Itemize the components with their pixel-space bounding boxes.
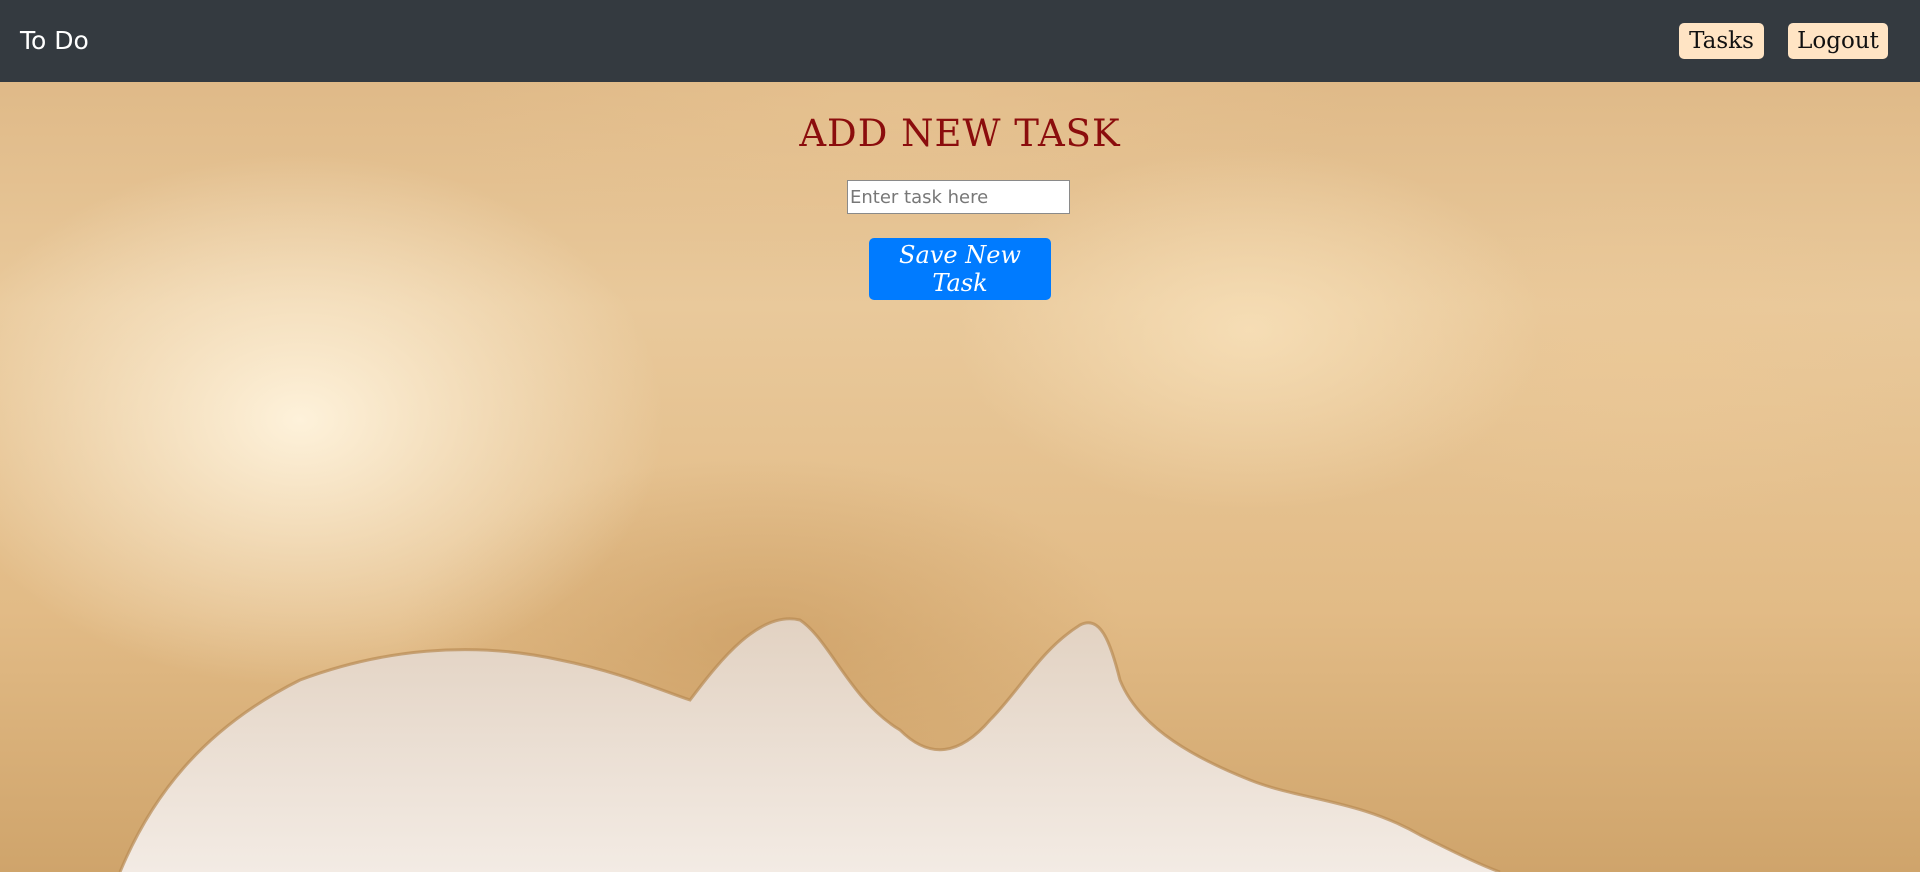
navbar: To Do Tasks Logout xyxy=(0,0,1920,82)
task-input[interactable] xyxy=(847,180,1070,214)
page: To Do Tasks Logout ADD NEW TASK Save New… xyxy=(0,0,1920,872)
save-new-task-button[interactable]: Save New Task xyxy=(869,238,1051,300)
page-title: ADD NEW TASK xyxy=(799,112,1121,155)
tasks-button[interactable]: Tasks xyxy=(1679,23,1764,59)
logout-button[interactable]: Logout xyxy=(1788,23,1888,59)
brand-link[interactable]: To Do xyxy=(20,26,89,55)
